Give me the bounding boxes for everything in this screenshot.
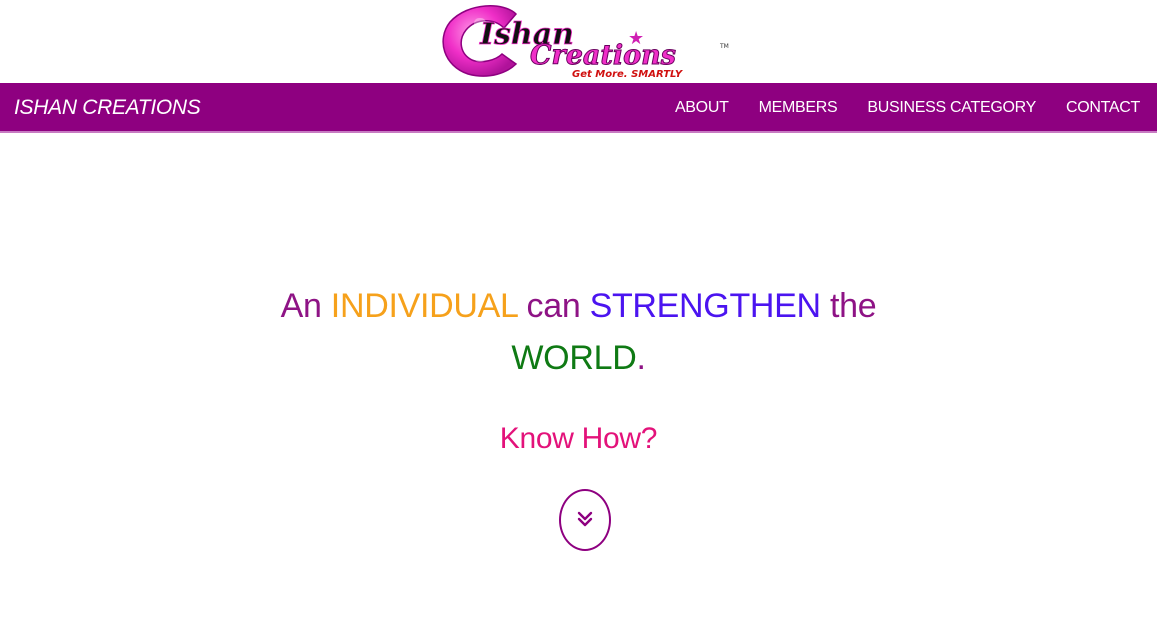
double-chevron-down-icon <box>577 511 593 527</box>
top-navbar: ISHAN CREATIONS ABOUT MEMBERS BUSINESS C… <box>0 83 1157 133</box>
headline-part1: An <box>280 287 331 325</box>
headline-part3: the <box>820 287 877 325</box>
logo-bar: Ishan ★ Creations TM Get More. SMARTLY <box>0 0 1157 83</box>
headline-end: . <box>636 339 646 377</box>
nav-link-members[interactable]: MEMBERS <box>759 99 838 117</box>
nav-link-about[interactable]: ABOUT <box>675 99 729 117</box>
nav-links: ABOUT MEMBERS BUSINESS CATEGORY CONTACT <box>675 99 1140 117</box>
headline-world: WORLD <box>511 339 637 377</box>
nav-link-business-category[interactable]: BUSINESS CATEGORY <box>867 99 1036 117</box>
logo-line2: Creations <box>530 40 676 71</box>
know-how-text: Know How? <box>499 422 658 455</box>
ishan-creations-logo[interactable]: Ishan ★ Creations TM Get More. SMARTLY <box>438 0 730 82</box>
headline-strengthen: STRENGTHEN <box>589 287 822 325</box>
headline-individual: INDIVIDUAL <box>330 287 518 325</box>
navbar-brand[interactable]: ISHAN CREATIONS <box>14 96 201 120</box>
headline-part2: can <box>517 287 590 325</box>
logo-trademark: TM <box>719 43 729 50</box>
hero-section: An INDIVIDUAL can STRENGTHEN the WORLD. <box>0 280 1157 384</box>
scroll-down-button[interactable] <box>559 489 611 551</box>
nav-link-contact[interactable]: CONTACT <box>1066 99 1140 117</box>
logo-tagline: Get More. SMARTLY <box>572 69 684 80</box>
hero-headline: An INDIVIDUAL can STRENGTHEN the WORLD. <box>259 280 899 384</box>
